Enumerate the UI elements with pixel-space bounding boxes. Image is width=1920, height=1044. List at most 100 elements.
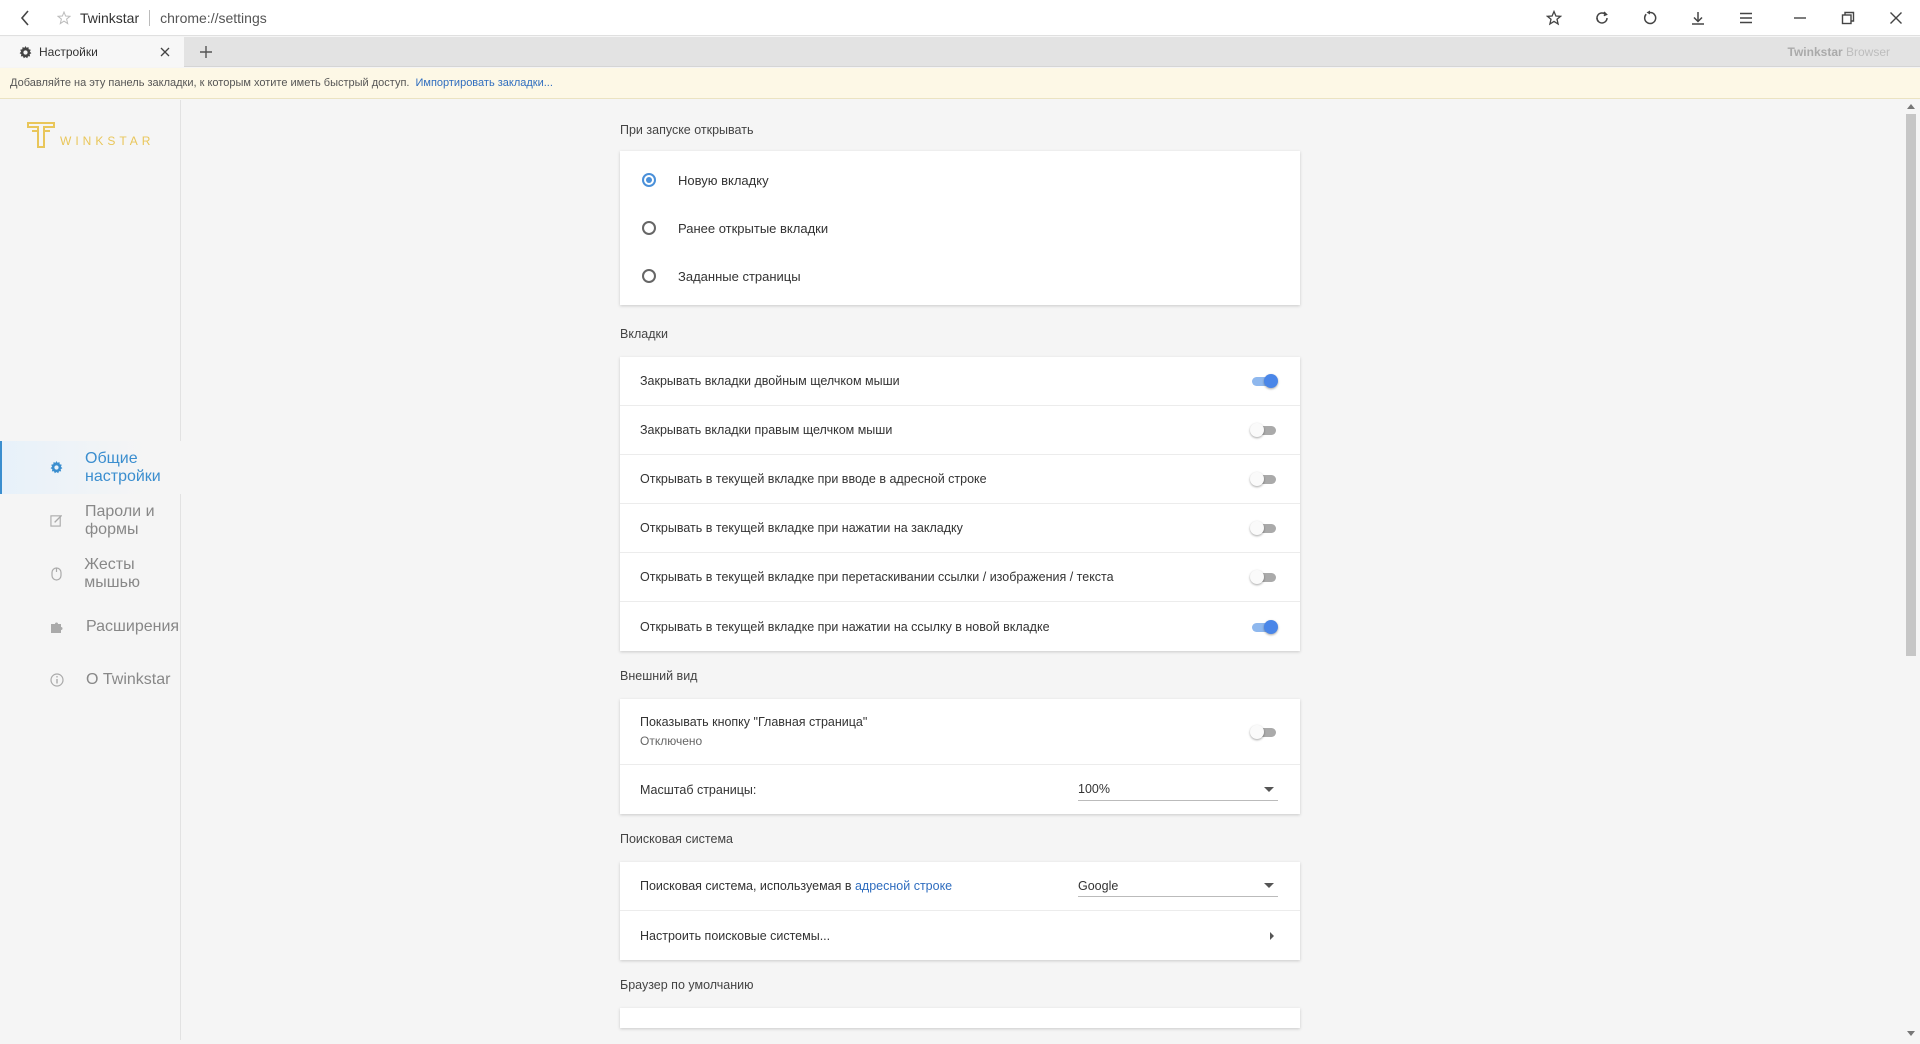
sidebar-item-extensions[interactable]: Расширения [0, 600, 181, 653]
bookmarks-hint: Добавляйте на эту панель закладки, к кот… [10, 77, 410, 89]
bookmark-star-button[interactable] [1530, 0, 1578, 36]
tab-strip: Настройки Twinkstar Browser [0, 37, 1920, 67]
settings-main: При запуске открывать Новую вкладку Ране… [620, 100, 1300, 1044]
toggle-switch[interactable] [1250, 570, 1278, 584]
import-bookmarks-link[interactable]: Импортировать закладки... [415, 77, 552, 89]
close-icon [1890, 11, 1902, 24]
url-text[interactable]: chrome://settings [160, 10, 267, 26]
gear-icon [50, 461, 63, 475]
address-bar[interactable]: Twinkstar chrome://settings [50, 0, 1530, 36]
section-title-tabs: Вкладки [620, 327, 668, 341]
toggle-switch[interactable] [1250, 374, 1278, 388]
setting-open-current-bookmark: Открывать в текущей вкладке при нажатии … [620, 504, 1300, 553]
tabs-card: Закрывать вкладки двойным щелчком мыши З… [620, 357, 1300, 651]
setting-text: Показывать кнопку "Главная страница" Отк… [640, 715, 867, 748]
setting-open-current-new-tab-link: Открывать в текущей вкладке при нажатии … [620, 602, 1300, 651]
sidebar-item-label: Пароли и формы [85, 502, 155, 538]
download-button[interactable] [1674, 0, 1722, 36]
mouse-icon [50, 566, 62, 581]
setting-label: Показывать кнопку "Главная страница" [640, 715, 868, 729]
radio-button[interactable] [642, 269, 656, 283]
restore-button[interactable] [1824, 0, 1872, 36]
setting-label: Открывать в текущей вкладке при нажатии … [640, 619, 1050, 634]
search-card: Поисковая система, используемая в адресн… [620, 862, 1300, 960]
dropdown-arrow-icon [1264, 883, 1274, 888]
title-bar: Twinkstar chrome://settings [0, 0, 1920, 36]
reload-button[interactable] [1626, 0, 1674, 36]
close-window-button[interactable] [1872, 0, 1920, 36]
sidebar-item-label: Расширения [86, 617, 180, 635]
setting-label: Масштаб страницы: [640, 782, 757, 797]
site-name: Twinkstar [80, 9, 140, 26]
search-engine-select[interactable]: Google [1078, 875, 1278, 897]
radio-label: Заданные страницы [678, 268, 801, 284]
setting-open-current-address: Открывать в текущей вкладке при вводе в … [620, 455, 1300, 504]
address-bar-link[interactable]: адресной строке [855, 879, 952, 893]
toolbar-icons [1530, 0, 1770, 36]
menu-button[interactable] [1722, 0, 1770, 36]
scrollbar-thumb[interactable] [1906, 114, 1916, 656]
radio-button[interactable] [642, 173, 656, 187]
sync-button[interactable] [1578, 0, 1626, 36]
manage-search-engines-row[interactable]: Настроить поисковые системы... [620, 911, 1300, 960]
window-controls [1776, 0, 1920, 36]
sidebar-item-general[interactable]: Общие настройки [0, 441, 181, 494]
toggle-switch[interactable] [1250, 472, 1278, 486]
section-title-search: Поисковая система [620, 832, 733, 846]
sidebar-item-about[interactable]: О Twinkstar [0, 653, 181, 706]
hamburger-menu-icon [1740, 12, 1752, 23]
info-icon [50, 672, 64, 687]
chevron-left-icon [20, 9, 29, 26]
sidebar-item-label: О Twinkstar [86, 670, 171, 688]
toggle-switch[interactable] [1250, 724, 1278, 739]
scroll-down-arrow-icon[interactable] [1907, 1031, 1915, 1036]
appearance-card: Показывать кнопку "Главная страница" Отк… [620, 699, 1300, 814]
restore-icon [1841, 11, 1855, 24]
setting-page-zoom: Масштаб страницы: 100% [620, 765, 1300, 814]
radio-button[interactable] [642, 221, 656, 235]
url-separator [149, 9, 151, 26]
logo-text: WINKSTAR [60, 134, 155, 148]
toggle-switch[interactable] [1250, 521, 1278, 535]
chevron-right-icon [1270, 931, 1274, 940]
sidebar-item-label: Общие настройки [85, 449, 161, 485]
puzzle-icon [50, 620, 64, 634]
setting-label-prefix: Поисковая система, используемая в [640, 879, 855, 893]
site-favicon-icon [56, 10, 72, 26]
minimize-icon [1794, 16, 1806, 19]
radio-option-specific-pages[interactable]: Заданные страницы [620, 252, 1300, 300]
brand-suffix: Browser [1842, 45, 1890, 59]
setting-label: Закрывать вкладки двойным щелчком мыши [640, 374, 900, 388]
tab-close-button[interactable] [154, 41, 176, 63]
tab-settings[interactable]: Настройки [0, 37, 184, 67]
radio-option-previous-tabs[interactable]: Ранее открытые вкладки [620, 204, 1300, 252]
back-button[interactable] [0, 0, 50, 36]
scroll-up-arrow-icon[interactable] [1907, 104, 1915, 109]
select-value: 100% [1078, 782, 1110, 796]
sidebar: WINKSTAR Общие настройки Пароли и формы … [0, 100, 181, 1040]
sync-icon [1596, 10, 1608, 24]
radio-option-new-tab[interactable]: Новую вкладку [620, 156, 1300, 204]
page-scrollbar[interactable] [1902, 100, 1920, 1040]
zoom-select[interactable]: 100% [1078, 779, 1278, 801]
toggle-switch[interactable] [1250, 619, 1278, 634]
logo: WINKSTAR [26, 120, 154, 150]
setting-label: Закрывать вкладки правым щелчком мыши [640, 423, 893, 437]
reload-icon [1643, 10, 1657, 24]
sidebar-item-mouse-gestures[interactable]: Жесты мышью [0, 547, 181, 600]
setting-status: Отключено [640, 734, 703, 748]
plus-icon [200, 46, 212, 58]
setting-close-right-click: Закрывать вкладки правым щелчком мыши [620, 406, 1300, 455]
download-icon [1692, 11, 1704, 25]
setting-label: Поисковая система, используемая в адресн… [640, 879, 952, 893]
browser-brand: Twinkstar Browser [1788, 45, 1890, 59]
setting-label: Открывать в текущей вкладке при нажатии … [640, 521, 963, 535]
setting-label: Открывать в текущей вкладке при перетаск… [640, 570, 1114, 584]
tab-label: Настройки [39, 45, 98, 59]
toggle-switch[interactable] [1250, 423, 1278, 437]
new-tab-button[interactable] [194, 40, 218, 64]
minimize-button[interactable] [1776, 0, 1824, 36]
sidebar-item-passwords[interactable]: Пароли и формы [0, 494, 181, 547]
star-icon [1546, 9, 1562, 25]
section-title-startup: При запуске открывать [620, 123, 754, 137]
